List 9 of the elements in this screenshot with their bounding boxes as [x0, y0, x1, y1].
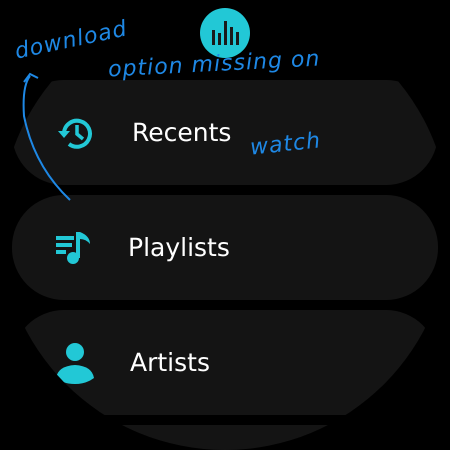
menu-label: Recents	[132, 118, 232, 147]
menu-item[interactable]: Playlists	[12, 195, 438, 300]
menu-label: Artists	[130, 348, 210, 377]
equalizer-icon	[211, 21, 239, 45]
playlist-icon	[56, 230, 92, 266]
menu-label: Playlists	[128, 233, 230, 262]
handwritten-note: watch	[248, 128, 322, 161]
handwritten-note: option missing on	[108, 46, 321, 83]
person-icon	[56, 342, 94, 384]
